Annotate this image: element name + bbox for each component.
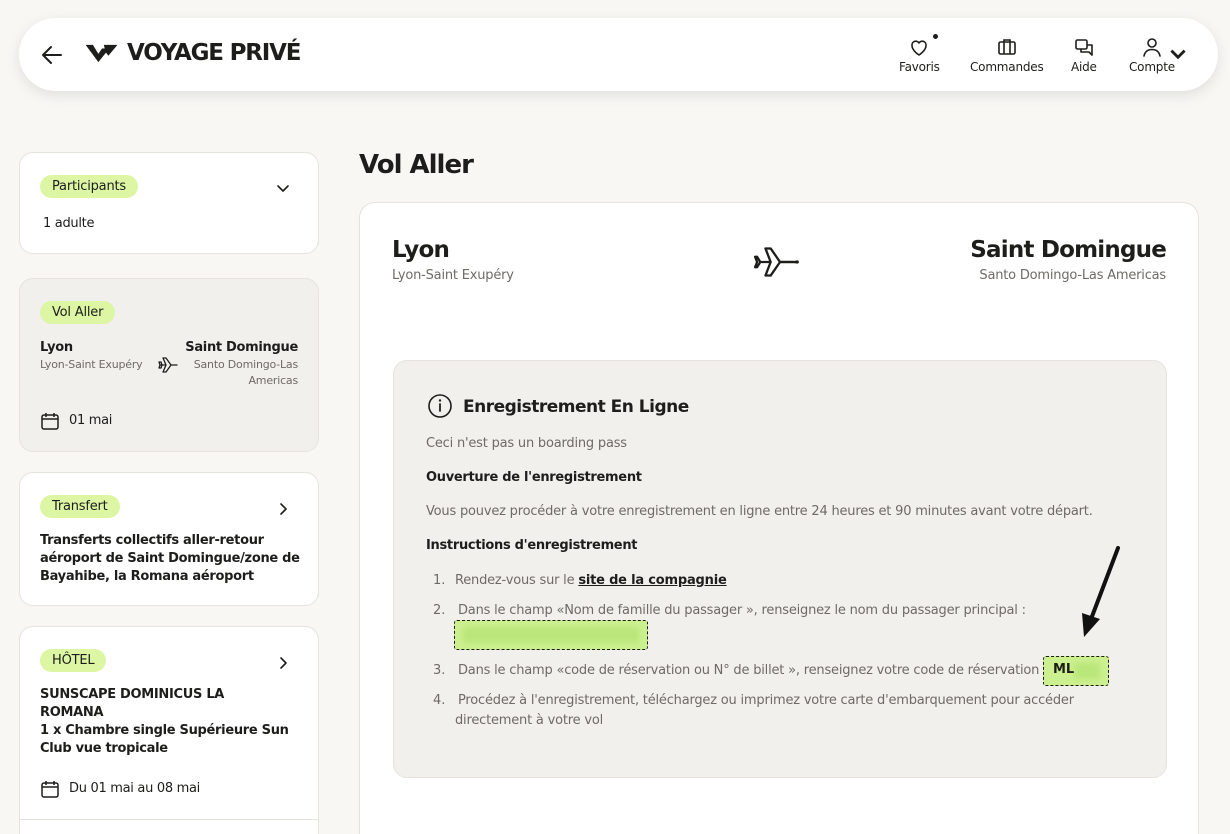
brand-name: VOYAGE PRIVÉ: [127, 40, 301, 66]
brand-mark-icon: [85, 44, 118, 63]
transfer-tag: Transfert: [40, 495, 120, 518]
nav-label: Favoris: [899, 60, 940, 74]
back-arrow-icon[interactable]: [41, 44, 63, 66]
nav-aide[interactable]: Aide: [1071, 36, 1097, 74]
plane-icon: [158, 357, 178, 373]
opening-text: Vous pouvez procéder à votre enregistrem…: [426, 504, 1093, 519]
flight-detail-card: Lyon Lyon-Saint Exupéry Saint Domingue S…: [359, 202, 1199, 834]
hotel-dates: Du 01 mai au 08 mai: [69, 781, 200, 796]
instructions-heading: Instructions d'enregistrement: [426, 538, 638, 553]
flight-to-airport-line1: Santo Domingo-Las: [193, 358, 298, 371]
transfer-line-2: aéroport de Saint Domingue/zone de: [40, 551, 300, 566]
page-title: Vol Aller: [359, 150, 474, 180]
user-icon: [1143, 38, 1161, 57]
booking-code: ML: [1053, 662, 1075, 677]
top-header: VOYAGE PRIVÉ Favoris Commandes Aide Comp…: [19, 18, 1218, 91]
step-number: 2.: [433, 603, 446, 618]
chevron-down-icon: [1170, 49, 1186, 60]
flight-tag: Vol Aller: [40, 301, 116, 324]
step-3-text: Dans le champ «code de réservation ou N°…: [458, 663, 1048, 678]
nav-favoris[interactable]: Favoris: [899, 34, 940, 74]
step-1-text: Rendez-vous sur le: [455, 573, 579, 588]
flight-card[interactable]: Vol Aller Lyon Lyon-Saint Exupéry Saint …: [19, 278, 319, 452]
plane-icon: [754, 247, 799, 277]
step-4-line-2: directement à votre vol: [455, 713, 603, 728]
nav-label: Commandes: [970, 60, 1044, 74]
chevron-down-icon[interactable]: [274, 180, 292, 198]
nav-label: Aide: [1071, 60, 1097, 74]
nav-commandes[interactable]: Commandes: [970, 36, 1044, 74]
step-number: 3.: [433, 663, 446, 678]
step-1: Rendez-vous sur le site de la compagnie: [455, 571, 727, 591]
hotel-line-1: SUNSCAPE DOMINICUS LA: [40, 687, 225, 702]
departure-airport: Lyon-Saint Exupéry: [392, 268, 514, 283]
hotel-card[interactable]: HÔTEL SUNSCAPE DOMINICUS LA ROMANA 1 x C…: [19, 626, 319, 834]
transfer-card[interactable]: Transfert Transferts collectifs aller-re…: [19, 472, 319, 606]
participants-count: 1 adulte: [43, 216, 95, 231]
passenger-name-redacted: [454, 620, 648, 650]
airline-site-link[interactable]: site de la compagnie: [578, 573, 726, 588]
flight-to-city: Saint Domingue: [185, 340, 298, 355]
flight-date: 01 mai: [69, 413, 113, 428]
step-4-line-1: Procédez à l'enregistrement, téléchargez…: [458, 693, 1074, 708]
transfer-line-1: Transferts collectifs aller-retour: [40, 533, 264, 548]
departure-city: Lyon: [392, 237, 450, 263]
chevron-right-icon[interactable]: [274, 500, 292, 518]
flight-from-airport: Lyon-Saint Exupéry: [40, 358, 143, 371]
briefcase-icon: [997, 39, 1016, 55]
checkin-title: Enregistrement En Ligne: [463, 397, 689, 417]
participants-tag: Participants: [40, 175, 138, 198]
step-2-text: Dans le champ «Nom de famille du passage…: [458, 603, 1026, 618]
online-checkin-box: Enregistrement En Ligne Ceci n'est pas u…: [393, 360, 1167, 778]
calendar-icon: [41, 413, 59, 430]
divider: [20, 819, 318, 820]
hotel-line-2: ROMANA: [40, 705, 104, 720]
annotation-arrow-icon: [1082, 546, 1120, 637]
notification-dot: [933, 34, 938, 39]
booking-code-highlight: ML: [1043, 656, 1109, 686]
flight-from-city: Lyon: [40, 340, 73, 355]
step-number: 4.: [433, 693, 446, 708]
flight-to-airport-line2: Americas: [248, 374, 298, 387]
chat-icon: [1075, 39, 1093, 56]
brand-logo[interactable]: VOYAGE PRIVÉ: [85, 40, 301, 66]
hotel-tag: HÔTEL: [40, 649, 107, 672]
chevron-right-icon[interactable]: [274, 654, 292, 672]
nav-compte[interactable]: Compte: [1129, 36, 1186, 74]
calendar-icon: [41, 781, 59, 798]
arrival-airport: Santo Domingo-Las Americas: [979, 268, 1166, 283]
checkin-note: Ceci n'est pas un boarding pass: [426, 436, 627, 451]
arrival-city: Saint Domingue: [970, 237, 1167, 263]
heart-icon: [911, 40, 928, 56]
transfer-line-3: Bayahibe, la Romana aéroport: [40, 569, 254, 584]
step-number: 1.: [433, 573, 446, 588]
info-icon: [428, 394, 452, 418]
opening-heading: Ouverture de l'enregistrement: [426, 470, 642, 485]
hotel-line-3: 1 x Chambre single Supérieure Sun: [40, 723, 289, 738]
hotel-line-4: Club vue tropicale: [40, 741, 168, 756]
participants-card[interactable]: Participants 1 adulte: [19, 152, 319, 254]
